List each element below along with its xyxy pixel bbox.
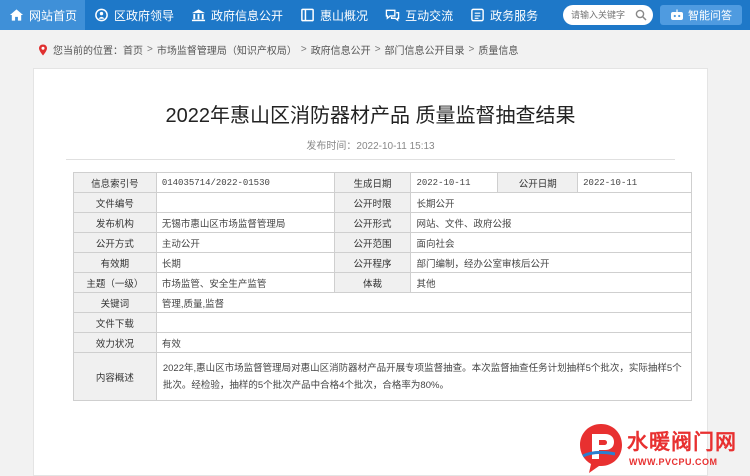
index-label: 信息索引号: [73, 172, 157, 193]
breadcrumb-separator: >: [468, 44, 475, 55]
scope-label: 公开范围: [333, 232, 412, 253]
breadcrumb: 您当前的位置： 首页 > 市场监督管理局（知识产权局） > 政府信息公开 > 部…: [38, 42, 518, 57]
form-value: 网站、文件、政府公报: [410, 212, 692, 233]
summary-label: 内容概述: [73, 352, 157, 401]
org-value: 无锡市惠山区市场监督管理局: [155, 212, 335, 233]
article-card: 2022年惠山区消防器材产品 质量监督抽查结果 发布时间：2022-10-11 …: [33, 68, 708, 476]
nav-label: 政务服务: [490, 8, 539, 23]
table-row: 效力状况 有效: [73, 332, 693, 353]
way-value: 主动公开: [155, 232, 335, 253]
limit-label: 公开时限: [333, 192, 412, 213]
genre-label: 体裁: [333, 272, 412, 293]
breadcrumb-item-bureau[interactable]: 市场监督管理局（知识产权局）: [157, 42, 297, 57]
created-value: 2022-10-11: [410, 172, 499, 193]
home-icon: [8, 8, 24, 22]
valid-value: 长期: [155, 252, 335, 273]
summary-value: 2022年,惠山区市场监督管理局对惠山区消防器材产品开展专项监督抽查。本次监督抽…: [155, 352, 693, 401]
nav-label: 互动交流: [405, 8, 454, 23]
valid-label: 有效期: [73, 252, 157, 273]
keywords-value: 管理,质量,监督: [155, 292, 693, 313]
chat-icon: [384, 8, 400, 22]
status-label: 效力状况: [73, 332, 157, 353]
metadata-table: 信息索引号 014035714/2022-01530 生成日期 2022-10-…: [73, 172, 693, 401]
search-input[interactable]: [571, 10, 631, 20]
watermark-text: 水暖阀门网: [627, 430, 737, 454]
opened-value: 2022-10-11: [577, 172, 692, 193]
table-row: 文件编号 公开时限 长期公开: [73, 192, 692, 213]
table-row: 主题（一级） 市场监管、安全生产监管 体裁 其他: [73, 272, 692, 293]
keywords-label: 关键词: [73, 292, 157, 313]
way-label: 公开方式: [73, 232, 157, 253]
index-value: 014035714/2022-01530: [155, 172, 335, 193]
table-row: 有效期 长期 公开程序 部门编制，经办公室审核后公开: [73, 252, 692, 273]
created-label: 生成日期: [333, 172, 412, 193]
publish-date: 发布时间：2022-10-11 15:13: [306, 141, 435, 152]
table-row: 信息索引号 014035714/2022-01530 生成日期 2022-10-…: [73, 172, 692, 193]
breadcrumb-separator: >: [147, 44, 153, 55]
org-label: 发布机构: [73, 212, 157, 233]
breadcrumb-separator: >: [374, 44, 381, 55]
nav-label: 惠山概况: [320, 8, 369, 23]
nav-item-gov-info[interactable]: 政府信息公开: [182, 0, 291, 30]
page-title: 2022年惠山区消防器材产品 质量监督抽查结果: [165, 105, 576, 127]
docno-label: 文件编号: [73, 192, 157, 213]
nav-item-interaction[interactable]: 互动交流: [376, 0, 461, 30]
nav-item-home[interactable]: 网站首页: [0, 0, 86, 30]
nav-item-overview[interactable]: 惠山概况: [291, 0, 376, 30]
proc-label: 公开程序: [333, 252, 412, 273]
table-row: 关键词 管理,质量,监督: [73, 292, 693, 313]
limit-value: 长期公开: [410, 192, 692, 213]
nav-label: 区政府领导: [114, 8, 175, 23]
status-value: 有效: [155, 332, 693, 353]
top-nav: 网站首页 区政府领导 政府信息公开 惠山概况 互动交流 政务服务 请输入关键字 …: [0, 0, 750, 30]
leader-icon: [93, 8, 109, 22]
docno-value: [155, 192, 335, 213]
nav-label: 政府信息公开: [211, 8, 284, 23]
nav-label: 网站首页: [29, 8, 78, 23]
watermark-url: WWW.PVCPU.COM: [629, 457, 718, 467]
breadcrumb-item-home[interactable]: 首页: [123, 42, 143, 57]
location-pin-icon: [39, 44, 47, 55]
breadcrumb-separator: >: [300, 44, 307, 55]
building-icon: [190, 8, 206, 22]
topic-label: 主题（一级）: [73, 272, 157, 293]
smart-qa-label: 智能问答: [688, 10, 732, 22]
form-label: 公开形式: [333, 212, 412, 233]
smart-qa-button[interactable]: 智能问答: [660, 5, 742, 25]
topic-value: 市场监管、安全生产监管: [155, 272, 335, 293]
download-value[interactable]: [155, 312, 693, 333]
pvcpu-logo-icon: [580, 424, 622, 473]
scope-value: 面向社会: [410, 232, 692, 253]
table-row: 发布机构 无锡市惠山区市场监督管理局 公开形式 网站、文件、政府公报: [73, 212, 692, 233]
table-row: 公开方式 主动公开 公开范围 面向社会: [73, 232, 692, 253]
breadcrumb-prefix: 您当前的位置：: [53, 46, 123, 57]
divider: [66, 159, 675, 160]
opened-label: 公开日期: [497, 172, 579, 193]
watermark-logo: 水暖阀门网 WWW.PVCPU.COM: [575, 420, 750, 476]
table-row: 文件下载: [73, 312, 693, 333]
search-box: [563, 5, 653, 25]
proc-value: 部门编制，经办公室审核后公开: [410, 252, 692, 273]
genre-value: 其他: [410, 272, 692, 293]
search-icon[interactable]: [635, 9, 647, 21]
book-icon: [299, 8, 315, 22]
breadcrumb-item-catalog[interactable]: 部门信息公开目录: [385, 42, 465, 57]
nav-item-services[interactable]: 政务服务: [461, 0, 546, 30]
nav-item-leaders[interactable]: 区政府领导: [85, 0, 182, 30]
robot-icon: [671, 9, 683, 20]
breadcrumb-item-quality[interactable]: 质量信息: [478, 42, 518, 57]
download-label: 文件下载: [73, 312, 157, 333]
service-icon: [469, 8, 485, 22]
breadcrumb-item-gov-info[interactable]: 政府信息公开: [311, 42, 371, 57]
table-row: 内容概述 2022年,惠山区市场监督管理局对惠山区消防器材产品开展专项监督抽查。…: [73, 352, 693, 401]
